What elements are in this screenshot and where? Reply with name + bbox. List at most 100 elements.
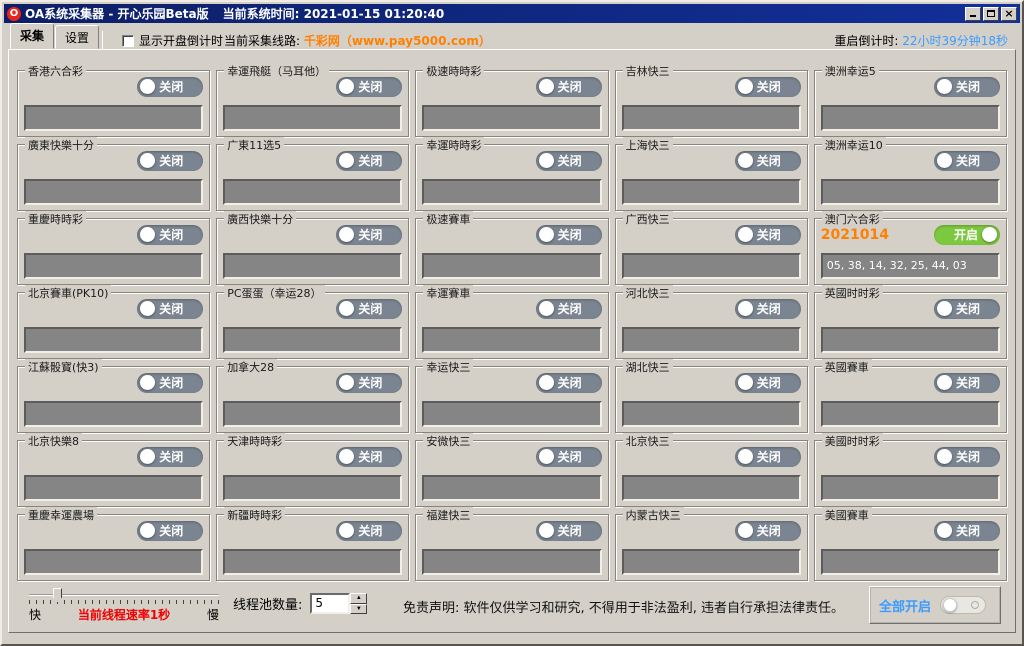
lottery-toggle[interactable]: 关闭 bbox=[934, 373, 1000, 393]
close-button[interactable]: × bbox=[1001, 7, 1017, 21]
lottery-grid: 香港六合彩 关闭 幸運飛艇（马耳他） 关闭 极速時時彩 关闭 bbox=[17, 70, 1007, 581]
title-bar: O OA系统采集器 - 开心乐园Beta版 当前系统时间: 2021-01-15… bbox=[4, 4, 1020, 23]
lottery-toggle[interactable]: 关闭 bbox=[735, 151, 801, 171]
lottery-panel-row: 关闭 bbox=[622, 446, 801, 467]
collect-tab-page: 香港六合彩 关闭 幸運飛艇（马耳他） 关闭 极速時時彩 关闭 bbox=[8, 49, 1016, 633]
toggle-label: 关闭 bbox=[159, 300, 183, 317]
lottery-toggle[interactable]: 关闭 bbox=[336, 447, 402, 467]
tab-collect[interactable]: 采集 bbox=[10, 23, 54, 49]
lottery-panel-row: 关闭 bbox=[821, 520, 1000, 541]
restart-countdown: 重启倒计时: 22小时39分钟18秒 bbox=[834, 32, 1008, 49]
minimize-button[interactable] bbox=[965, 7, 981, 21]
lottery-toggle[interactable]: 关闭 bbox=[336, 299, 402, 319]
lottery-toggle[interactable]: 关闭 bbox=[735, 373, 801, 393]
lottery-toggle[interactable]: 关闭 bbox=[536, 299, 602, 319]
show-countdown-checkbox[interactable] bbox=[122, 35, 134, 47]
lottery-toggle[interactable]: 关闭 bbox=[735, 447, 801, 467]
lottery-result bbox=[223, 401, 402, 427]
lottery-panel: 英國賽車 关闭 bbox=[814, 366, 1007, 433]
all-open-panel: 全部开启 bbox=[869, 586, 1001, 624]
toggle-label: 关闭 bbox=[956, 300, 980, 317]
lottery-result bbox=[24, 253, 203, 279]
lottery-toggle[interactable]: 关闭 bbox=[536, 447, 602, 467]
lottery-panel-row: 关闭 bbox=[422, 150, 601, 171]
lottery-toggle[interactable]: 关闭 bbox=[336, 373, 402, 393]
lottery-toggle[interactable]: 关闭 bbox=[735, 225, 801, 245]
all-open-toggle[interactable] bbox=[940, 596, 986, 614]
thread-pool-group: 线程池数量: 5 ▲ ▼ bbox=[233, 593, 367, 614]
lottery-toggle[interactable]: 关闭 bbox=[137, 77, 203, 97]
thread-count-field[interactable]: 5 bbox=[310, 593, 350, 614]
toggle-label: 关闭 bbox=[358, 226, 382, 243]
tab-strip: 采集 设置 bbox=[10, 27, 103, 49]
speed-slider[interactable]: 快 当前线程速率1秒 慢 bbox=[29, 588, 219, 623]
app-title: OA系统采集器 - 开心乐园Beta版 bbox=[25, 5, 209, 22]
lottery-toggle[interactable]: 关闭 bbox=[735, 521, 801, 541]
lottery-panel-row: 关闭 bbox=[422, 224, 601, 245]
show-countdown-label: 显示开盘倒计时 bbox=[139, 32, 223, 49]
lottery-result bbox=[821, 475, 1000, 501]
lottery-result bbox=[821, 549, 1000, 575]
lottery-panel-row: 关闭 bbox=[24, 520, 203, 541]
lottery-result bbox=[422, 179, 601, 205]
toggle-knob bbox=[738, 301, 753, 316]
lottery-panel: 新疆時時彩 关闭 bbox=[216, 514, 409, 581]
lottery-result bbox=[622, 475, 801, 501]
toggle-label: 关闭 bbox=[757, 448, 781, 465]
toggle-knob bbox=[982, 227, 997, 242]
lottery-toggle[interactable]: 关闭 bbox=[336, 151, 402, 171]
lottery-toggle[interactable]: 关闭 bbox=[934, 151, 1000, 171]
lottery-result bbox=[821, 105, 1000, 131]
toggle-label: 关闭 bbox=[956, 374, 980, 391]
lottery-toggle[interactable]: 关闭 bbox=[934, 521, 1000, 541]
lottery-toggle[interactable]: 关闭 bbox=[934, 77, 1000, 97]
lottery-toggle[interactable]: 关闭 bbox=[536, 373, 602, 393]
lottery-toggle[interactable]: 关闭 bbox=[934, 447, 1000, 467]
maximize-button[interactable] bbox=[983, 7, 999, 21]
lottery-panel: 北京快樂8 关闭 bbox=[17, 440, 210, 507]
lottery-toggle[interactable]: 关闭 bbox=[536, 77, 602, 97]
lottery-toggle[interactable]: 关闭 bbox=[336, 77, 402, 97]
close-icon: × bbox=[1004, 9, 1013, 19]
toggle-label: 关闭 bbox=[956, 448, 980, 465]
toggle-label: 关闭 bbox=[358, 374, 382, 391]
lottery-toggle[interactable]: 关闭 bbox=[536, 521, 602, 541]
toggle-knob bbox=[738, 523, 753, 538]
lottery-toggle[interactable]: 关闭 bbox=[536, 151, 602, 171]
toggle-knob bbox=[937, 523, 952, 538]
spinner-down-button[interactable]: ▼ bbox=[350, 604, 367, 615]
lottery-toggle[interactable]: 关闭 bbox=[137, 373, 203, 393]
lottery-toggle[interactable]: 关闭 bbox=[137, 151, 203, 171]
lottery-panel: 重慶時時彩 关闭 bbox=[17, 218, 210, 285]
tab-settings[interactable]: 设置 bbox=[55, 25, 99, 49]
toggle-label: 关闭 bbox=[757, 374, 781, 391]
lottery-toggle[interactable]: 关闭 bbox=[137, 447, 203, 467]
lottery-toggle[interactable]: 关闭 bbox=[934, 299, 1000, 319]
lottery-result: 05, 38, 14, 32, 25, 44, 03 bbox=[821, 253, 1000, 279]
lottery-result bbox=[223, 475, 402, 501]
lottery-toggle[interactable]: 关闭 bbox=[336, 225, 402, 245]
app-icon: O bbox=[7, 7, 21, 21]
lottery-result bbox=[422, 327, 601, 353]
lottery-result bbox=[24, 475, 203, 501]
lottery-toggle[interactable]: 关闭 bbox=[336, 521, 402, 541]
toggle-knob bbox=[140, 301, 155, 316]
lottery-toggle[interactable]: 关闭 bbox=[137, 225, 203, 245]
lottery-panel: 廣西快樂十分 关闭 bbox=[216, 218, 409, 285]
toggle-knob bbox=[140, 79, 155, 94]
lottery-panel: 广西快三 关闭 bbox=[615, 218, 808, 285]
lottery-toggle[interactable]: 关闭 bbox=[735, 299, 801, 319]
toggle-knob bbox=[539, 523, 554, 538]
all-open-toggle-ring bbox=[971, 601, 979, 609]
lottery-toggle[interactable]: 关闭 bbox=[536, 225, 602, 245]
spinner-buttons: ▲ ▼ bbox=[350, 593, 367, 614]
lottery-toggle[interactable]: 关闭 bbox=[137, 299, 203, 319]
lottery-toggle[interactable]: 关闭 bbox=[137, 521, 203, 541]
toggle-knob bbox=[339, 153, 354, 168]
toggle-knob bbox=[738, 227, 753, 242]
lottery-toggle[interactable]: 关闭 bbox=[735, 77, 801, 97]
lottery-panel: 内蒙古快三 关闭 bbox=[615, 514, 808, 581]
lottery-toggle[interactable]: 开启 bbox=[934, 225, 1000, 245]
toggle-label: 关闭 bbox=[757, 300, 781, 317]
spinner-up-button[interactable]: ▲ bbox=[350, 593, 367, 604]
